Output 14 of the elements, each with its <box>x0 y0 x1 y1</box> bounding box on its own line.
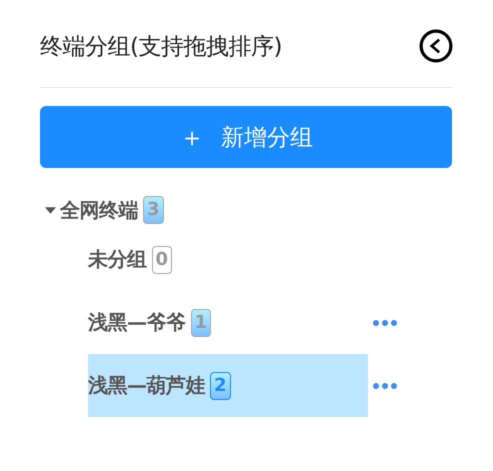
tree-item[interactable]: 全网终端 <box>60 196 138 224</box>
count-badge: 1 <box>190 308 212 336</box>
tree-item[interactable]: 未分组 <box>88 246 146 273</box>
tree-item[interactable]: 浅黑—爷爷 <box>88 309 186 336</box>
count-badge: 0 <box>152 246 172 274</box>
tree-item[interactable]: 浅黑—葫芦娃 <box>88 372 205 399</box>
caret-icon[interactable] <box>45 204 56 216</box>
collapse-icon[interactable] <box>419 29 453 63</box>
panel-title: 终端分组(支持拖拽排序) <box>40 32 282 62</box>
more-icon[interactable] <box>372 382 398 390</box>
count-badge: 2 <box>210 372 231 400</box>
selected-row[interactable]: 浅黑—葫芦娃 2 <box>88 354 368 417</box>
count-badge: 3 <box>143 196 164 224</box>
more-icon[interactable] <box>372 319 398 327</box>
